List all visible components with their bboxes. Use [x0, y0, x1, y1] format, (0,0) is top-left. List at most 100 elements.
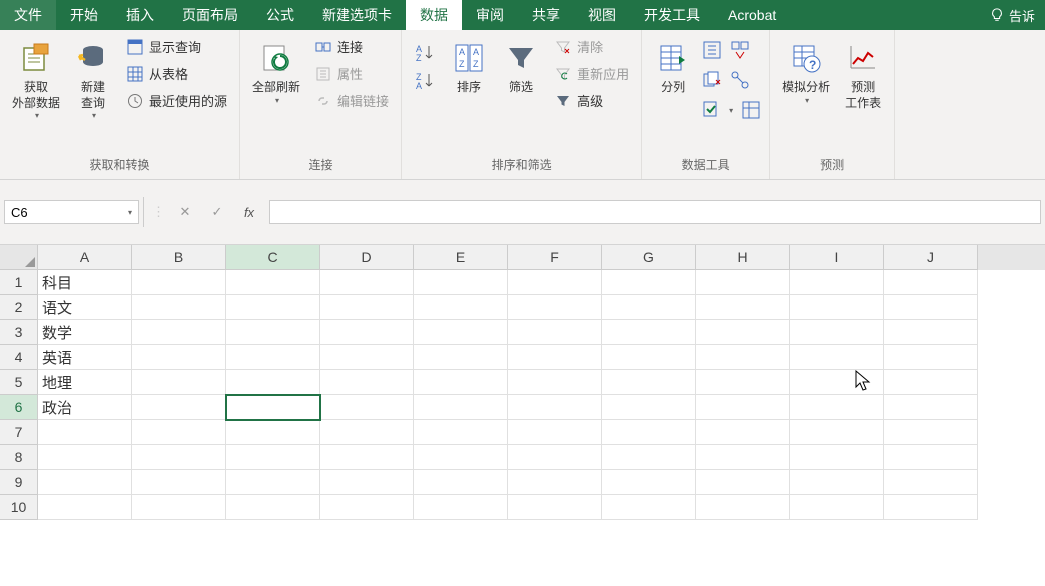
cell-F7[interactable]: [508, 420, 602, 445]
cell-G8[interactable]: [602, 445, 696, 470]
cell-B4[interactable]: [132, 345, 226, 370]
cell-J6[interactable]: [884, 395, 978, 420]
col-header-I[interactable]: I: [790, 245, 884, 270]
row-header-3[interactable]: 3: [0, 320, 38, 345]
sort-button[interactable]: AZAZ 排序: [444, 34, 494, 100]
cell-I9[interactable]: [790, 470, 884, 495]
forecast-button[interactable]: 预测 工作表: [838, 34, 888, 115]
row-header-6[interactable]: 6: [0, 395, 38, 420]
row-header-10[interactable]: 10: [0, 495, 38, 520]
recent-sources-button[interactable]: 最近使用的源: [120, 88, 233, 113]
cell-E3[interactable]: [414, 320, 508, 345]
cell-H4[interactable]: [696, 345, 790, 370]
col-header-G[interactable]: G: [602, 245, 696, 270]
tell-me[interactable]: 告诉: [980, 0, 1045, 30]
get-external-data-button[interactable]: 获取 外部数据 ▾: [6, 34, 66, 124]
cell-C4[interactable]: [226, 345, 320, 370]
tab-review[interactable]: 审阅: [462, 0, 518, 30]
cell-D5[interactable]: [320, 370, 414, 395]
cell-I4[interactable]: [790, 345, 884, 370]
cell-C2[interactable]: [226, 295, 320, 320]
cell-E9[interactable]: [414, 470, 508, 495]
cell-C9[interactable]: [226, 470, 320, 495]
cell-H8[interactable]: [696, 445, 790, 470]
cell-A1[interactable]: 科目: [38, 270, 132, 295]
cell-F8[interactable]: [508, 445, 602, 470]
cell-H7[interactable]: [696, 420, 790, 445]
cell-B7[interactable]: [132, 420, 226, 445]
cell-B10[interactable]: [132, 495, 226, 520]
connections-button[interactable]: 连接: [308, 34, 395, 59]
row-header-7[interactable]: 7: [0, 420, 38, 445]
cell-A5[interactable]: 地理: [38, 370, 132, 395]
cell-C6[interactable]: [226, 395, 320, 420]
flash-fill-button[interactable]: [700, 38, 724, 62]
cell-F10[interactable]: [508, 495, 602, 520]
cell-G3[interactable]: [602, 320, 696, 345]
cell-I10[interactable]: [790, 495, 884, 520]
tab-share[interactable]: 共享: [518, 0, 574, 30]
name-box[interactable]: ▾: [4, 200, 139, 224]
cell-G5[interactable]: [602, 370, 696, 395]
cell-D9[interactable]: [320, 470, 414, 495]
cell-A7[interactable]: [38, 420, 132, 445]
cell-C1[interactable]: [226, 270, 320, 295]
cell-I5[interactable]: [790, 370, 884, 395]
cell-B2[interactable]: [132, 295, 226, 320]
name-box-input[interactable]: [11, 205, 111, 220]
cell-J1[interactable]: [884, 270, 978, 295]
cell-H3[interactable]: [696, 320, 790, 345]
cell-D10[interactable]: [320, 495, 414, 520]
col-header-A[interactable]: A: [38, 245, 132, 270]
cell-H9[interactable]: [696, 470, 790, 495]
sort-asc-button[interactable]: AZ: [412, 40, 438, 64]
cell-C3[interactable]: [226, 320, 320, 345]
cell-F2[interactable]: [508, 295, 602, 320]
data-model-button[interactable]: [739, 98, 763, 122]
tab-home[interactable]: 开始: [56, 0, 112, 30]
cell-E10[interactable]: [414, 495, 508, 520]
cell-E1[interactable]: [414, 270, 508, 295]
row-header-2[interactable]: 2: [0, 295, 38, 320]
cell-I1[interactable]: [790, 270, 884, 295]
cell-J8[interactable]: [884, 445, 978, 470]
tab-acrobat[interactable]: Acrobat: [714, 0, 790, 30]
cell-E2[interactable]: [414, 295, 508, 320]
col-header-D[interactable]: D: [320, 245, 414, 270]
cell-F5[interactable]: [508, 370, 602, 395]
cell-A6[interactable]: 政治: [38, 395, 132, 420]
tab-insert[interactable]: 插入: [112, 0, 168, 30]
cell-D4[interactable]: [320, 345, 414, 370]
row-header-1[interactable]: 1: [0, 270, 38, 295]
cell-G4[interactable]: [602, 345, 696, 370]
from-table-button[interactable]: 从表格: [120, 61, 233, 86]
cell-B3[interactable]: [132, 320, 226, 345]
row-header-9[interactable]: 9: [0, 470, 38, 495]
filter-button[interactable]: 筛选: [496, 34, 546, 100]
cell-C5[interactable]: [226, 370, 320, 395]
cell-H6[interactable]: [696, 395, 790, 420]
cell-E4[interactable]: [414, 345, 508, 370]
tab-file[interactable]: 文件: [0, 0, 56, 30]
cell-C10[interactable]: [226, 495, 320, 520]
cell-J3[interactable]: [884, 320, 978, 345]
col-header-J[interactable]: J: [884, 245, 978, 270]
whatif-button[interactable]: ? 模拟分析 ▾: [776, 34, 836, 109]
fx-button[interactable]: fx: [237, 200, 261, 224]
refresh-all-button[interactable]: 全部刷新 ▾: [246, 34, 306, 109]
tab-data[interactable]: 数据: [406, 0, 462, 30]
col-header-E[interactable]: E: [414, 245, 508, 270]
tab-dev[interactable]: 开发工具: [630, 0, 714, 30]
cell-I6[interactable]: [790, 395, 884, 420]
cell-H1[interactable]: [696, 270, 790, 295]
cell-J4[interactable]: [884, 345, 978, 370]
row-header-4[interactable]: 4: [0, 345, 38, 370]
cell-F1[interactable]: [508, 270, 602, 295]
advanced-filter-button[interactable]: 高级: [548, 88, 635, 113]
select-all-corner[interactable]: [0, 245, 38, 270]
tab-layout[interactable]: 页面布局: [168, 0, 252, 30]
cell-J10[interactable]: [884, 495, 978, 520]
cell-D3[interactable]: [320, 320, 414, 345]
cell-D2[interactable]: [320, 295, 414, 320]
cell-A3[interactable]: 数学: [38, 320, 132, 345]
